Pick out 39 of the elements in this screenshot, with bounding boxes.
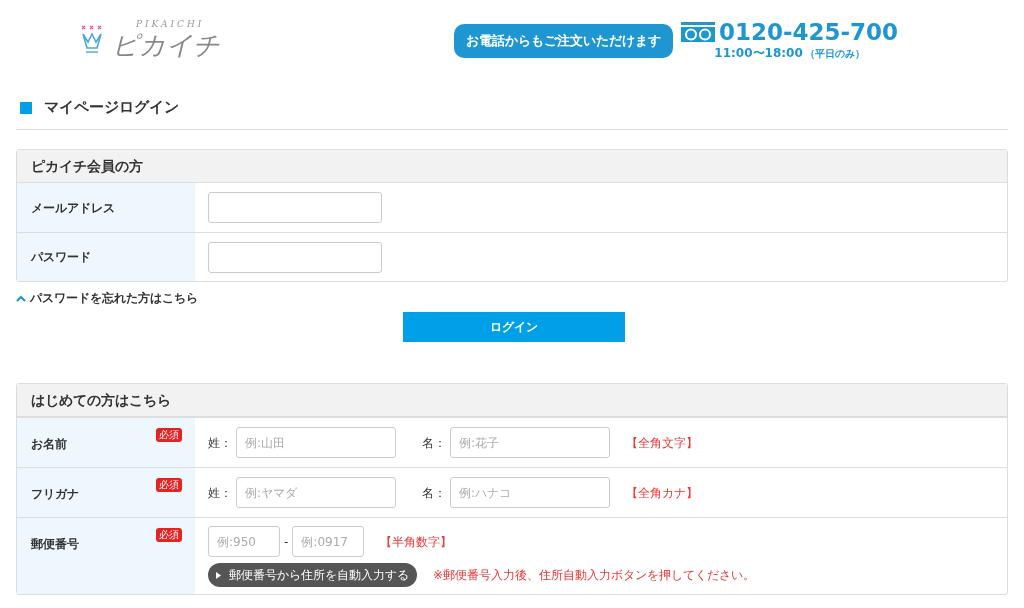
phone-number: 0120-425-700 — [719, 20, 899, 44]
separator-text: - — [284, 533, 289, 551]
input-field[interactable] — [208, 192, 382, 223]
logo-subtitle: PIKAICHI — [135, 20, 206, 30]
field-label: 郵便番号 — [31, 536, 79, 553]
required-badge: 必須 — [156, 428, 182, 442]
forgot-password-link[interactable]: パスワードを忘れた方はこちら — [30, 289, 198, 307]
input-field[interactable]: 例:山田 — [236, 427, 396, 458]
logo-text: ピカイチ — [112, 29, 220, 62]
panel-heading: はじめての方はこちら — [17, 384, 1007, 417]
required-badge: 必須 — [156, 528, 182, 542]
input-field[interactable]: 例:0917 — [292, 526, 365, 557]
input-field[interactable]: 例:花子 — [450, 427, 610, 458]
address-autofill-button[interactable]: 郵便番号から住所を自動入力する — [208, 563, 417, 587]
input-field[interactable] — [208, 241, 382, 273]
autofill-hint: ※郵便番号入力後、住所自動入力ボタンを押してください。 — [433, 567, 756, 584]
input-field[interactable]: 例:950 — [208, 526, 280, 557]
format-note: 【半角数字】 — [380, 533, 453, 551]
field-label: メールアドレス — [17, 183, 195, 232]
required-badge: 必須 — [156, 478, 182, 492]
format-note: 【全角文字】 — [626, 434, 698, 452]
chevron-up-icon — [16, 294, 26, 302]
panel-heading: ピカイチ会員の方 — [17, 150, 1007, 183]
field-label: フリガナ — [31, 486, 79, 503]
field-label: パスワード — [17, 233, 195, 281]
free-dial-icon — [681, 21, 715, 43]
input-field[interactable]: 例:ヤマダ — [236, 477, 396, 508]
field-prefix: 姓： — [208, 484, 232, 502]
input-field[interactable]: 例:ハナコ — [450, 477, 610, 508]
play-icon — [216, 571, 221, 579]
field-prefix: 姓： — [208, 434, 232, 452]
field-prefix: 名： — [422, 434, 446, 452]
format-note: 【全角カナ】 — [626, 484, 698, 502]
title-marker-icon — [20, 101, 32, 114]
field-prefix: 名： — [422, 484, 446, 502]
hours-note: （平日のみ） — [804, 46, 865, 61]
field-label: お名前 — [31, 436, 67, 453]
business-hours: 11:00〜18:00 — [714, 44, 803, 62]
page-title: マイページログイン — [44, 97, 179, 119]
